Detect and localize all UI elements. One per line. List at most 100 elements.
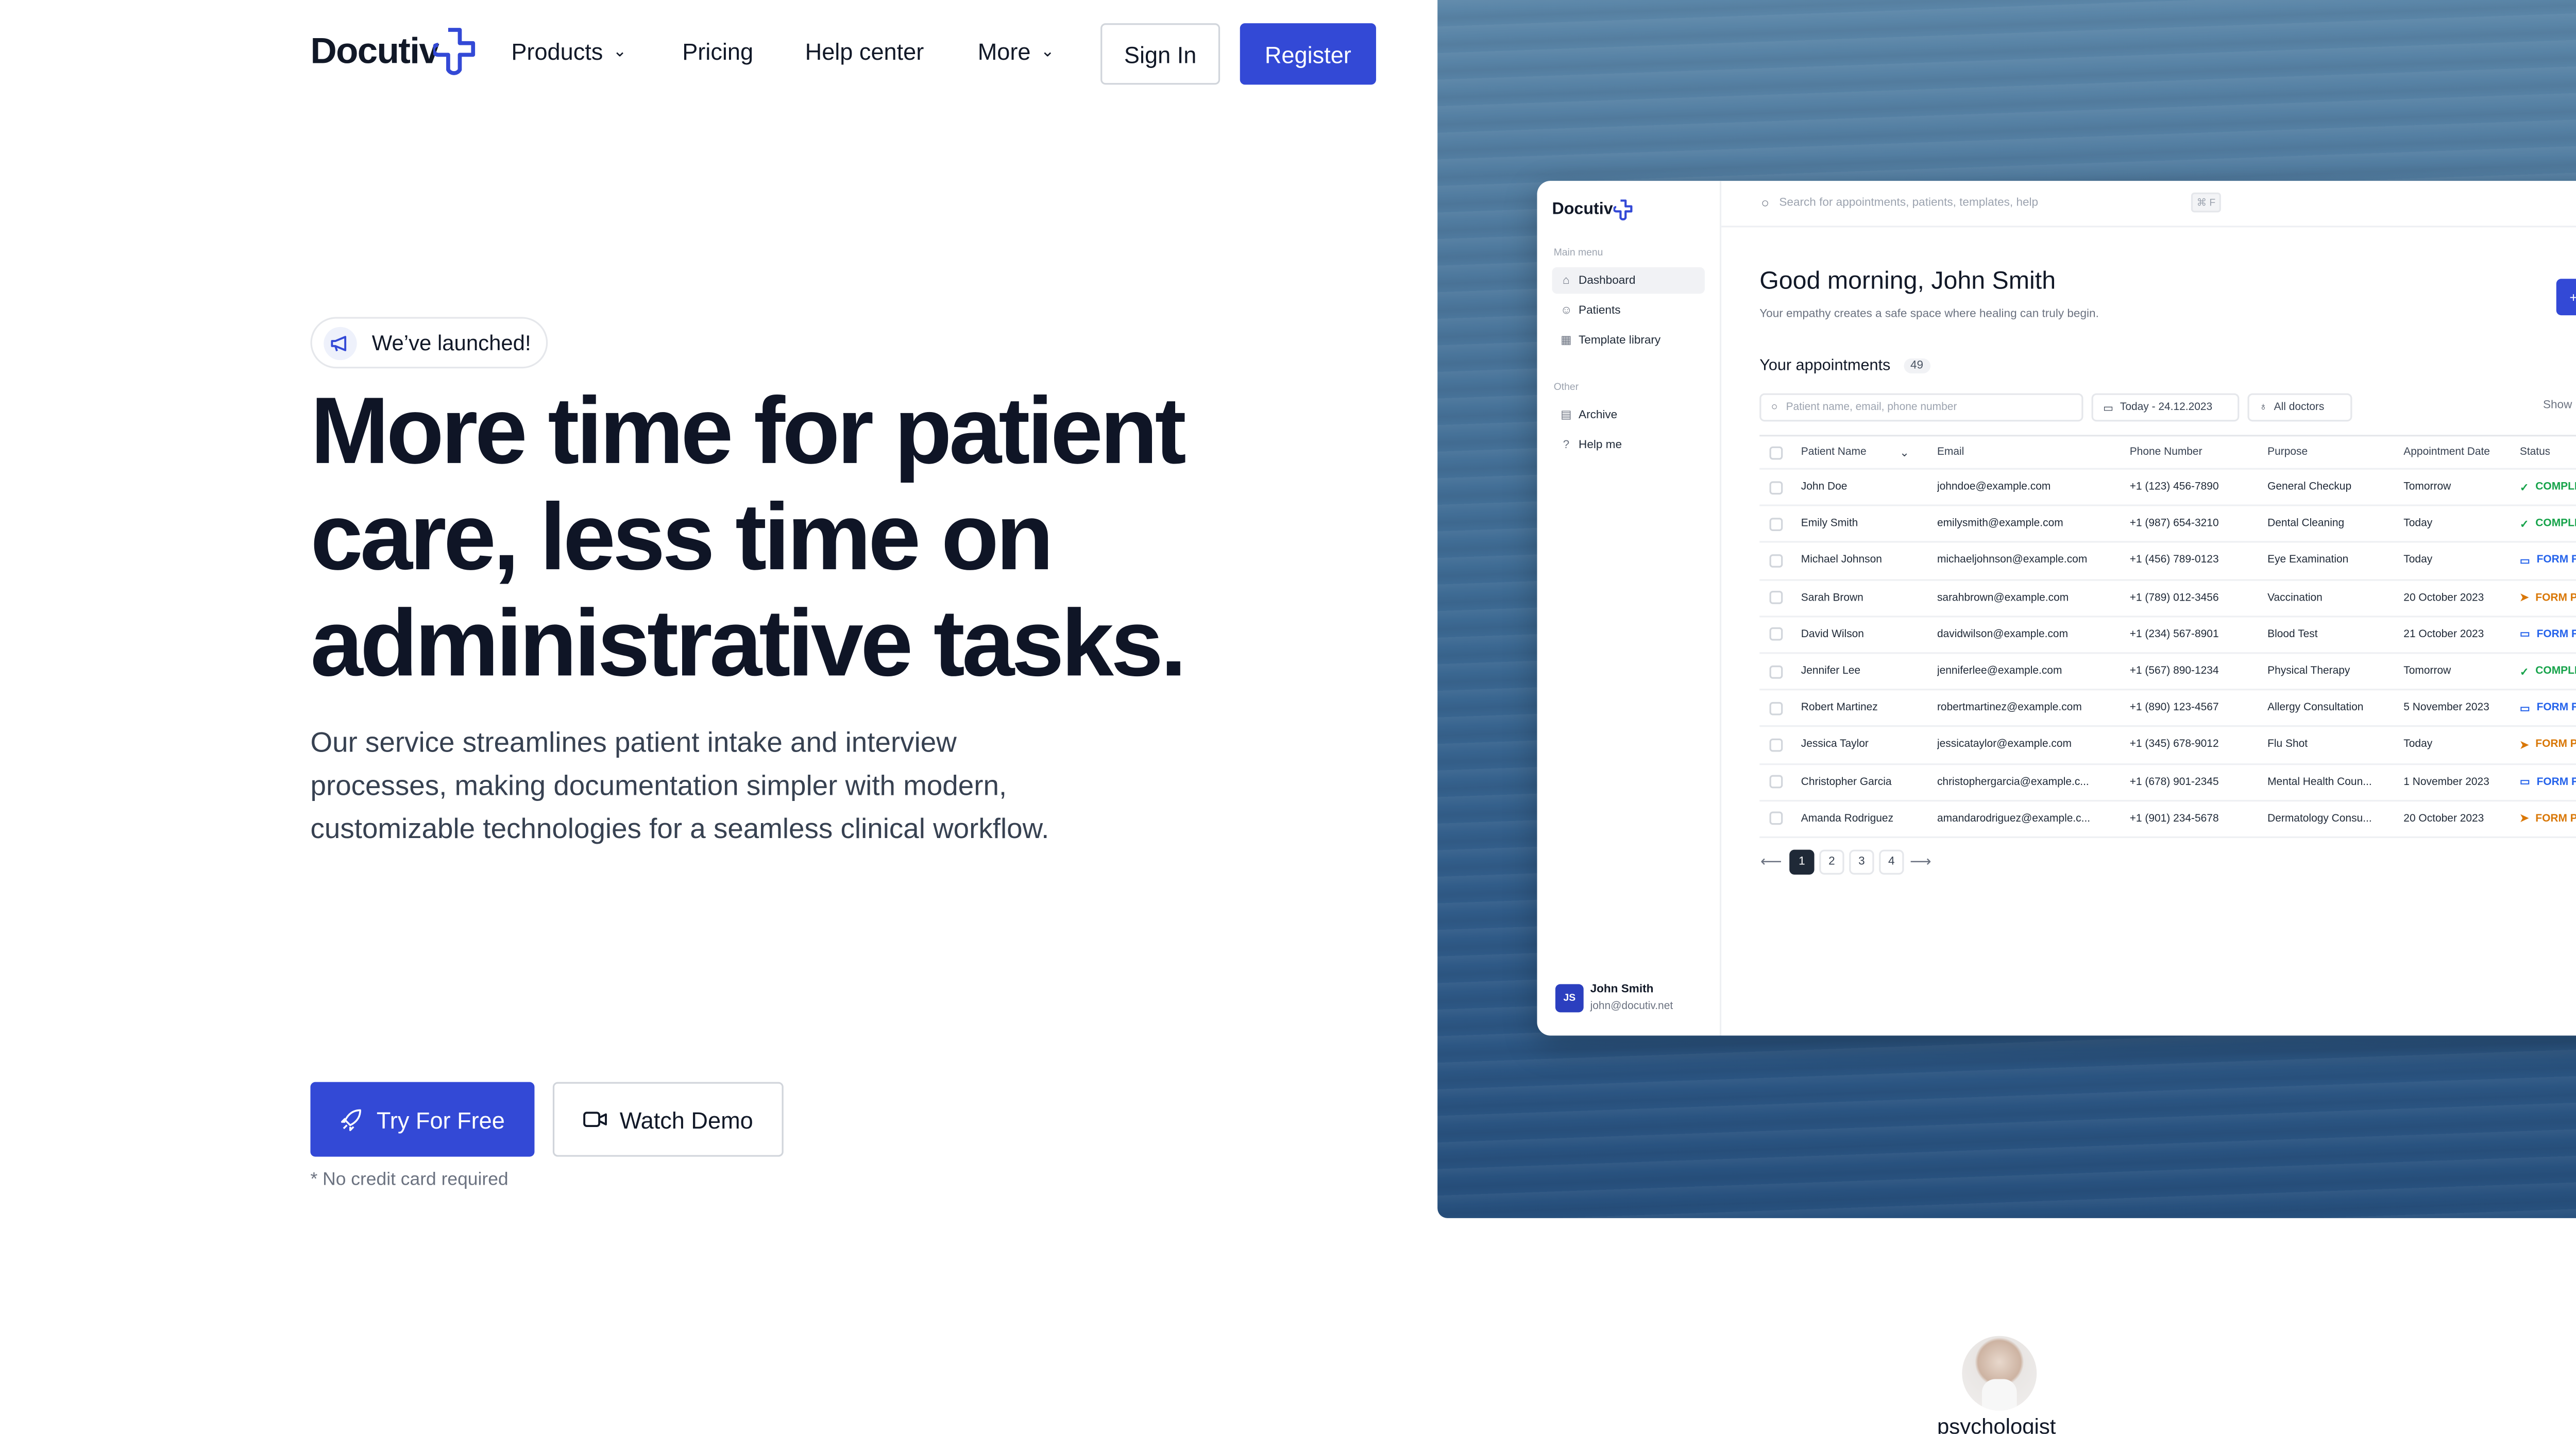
check-icon: ✓ [2519, 519, 2529, 531]
page-2-button[interactable]: 2 [1819, 849, 1844, 875]
column-header-status[interactable]: Status [2520, 436, 2550, 468]
new-appointment-button[interactable]: + Ne [2556, 279, 2576, 316]
main-menu-heading: Main menu [1553, 249, 1603, 259]
sign-in-button[interactable]: Sign In [1100, 23, 1221, 85]
sidebar-item-archive[interactable]: ▤ Archive [1552, 402, 1704, 429]
cell-purpose: General Checkup [2267, 481, 2352, 493]
cell-email: jenniferlee@example.com [1937, 665, 2062, 677]
app-topbar: ○ Search for appointments, patients, tem… [1721, 181, 2576, 228]
sidebar-item-dashboard[interactable]: ⌂ Dashboard [1552, 267, 1705, 294]
docutiv-logo[interactable]: Docutiv [310, 27, 477, 77]
sidebar-item-template-library[interactable]: ▦ Template library [1552, 327, 1704, 354]
table-row[interactable]: John Doe johndoe@example.com +1 (123) 456-… [1759, 470, 2576, 507]
status-text: FORM PE [2535, 739, 2576, 751]
hero-subtitle: Our service streamlines patient intake a… [310, 727, 1049, 845]
cell-email: amandarodriguez@example.c... [1937, 813, 2091, 825]
nav-more[interactable]: More ⌄ [978, 38, 1055, 65]
cell-email: emilysmith@example.com [1937, 518, 2063, 530]
cell-purpose: Allergy Consultation [2267, 702, 2364, 714]
row-checkbox[interactable] [1769, 554, 1783, 568]
form-icon: ▭ [2519, 777, 2530, 789]
cell-date: Today [2403, 555, 2433, 567]
status-text: COMPLETE [2535, 665, 2576, 677]
nav-pricing[interactable]: Pricing [682, 38, 753, 65]
row-checkbox[interactable] [1769, 701, 1783, 715]
send-icon: ➤ [2519, 740, 2529, 752]
nav-products[interactable]: Products ⌄ [511, 38, 626, 65]
status-text: FORM FIL [2536, 555, 2576, 567]
avatar: JS [1555, 984, 1584, 1013]
app-preview: Docutiv Main menu ⌂ Dashboard ☺ Patients ▦… [1537, 181, 2576, 1036]
row-checkbox[interactable] [1769, 775, 1783, 789]
cell-purpose: Vaccination [2267, 592, 2323, 604]
user-email: john@docutiv.net [1590, 1000, 1673, 1013]
sidebar-item-help[interactable]: ? Help me [1552, 432, 1704, 458]
status-text: FORM PE [2535, 592, 2576, 604]
cell-phone: +1 (789) 012-3456 [2129, 592, 2219, 604]
column-header-patient-name[interactable]: Patient Name ⌄ [1801, 436, 1909, 468]
column-header-date[interactable]: Appointment Date [2403, 436, 2490, 468]
status-text: COMPLETE [2535, 518, 2576, 530]
row-checkbox[interactable] [1769, 627, 1783, 641]
row-checkbox[interactable] [1769, 517, 1783, 531]
register-button[interactable]: Register [1240, 23, 1376, 85]
row-checkbox[interactable] [1769, 481, 1783, 494]
row-checkbox[interactable] [1769, 738, 1783, 752]
patient-filter-input[interactable]: ○ Patient name, email, phone number [1759, 393, 2083, 422]
cell-phone: +1 (345) 678-9012 [2129, 739, 2219, 751]
status-badge: ➤ FORM PE [2520, 801, 2576, 836]
launch-badge: We’ve launched! [310, 317, 548, 369]
appointments-count-badge: 49 [1904, 358, 1930, 373]
form-icon: ▭ [2519, 629, 2530, 641]
rocket-icon [341, 1108, 361, 1131]
form-icon: ▭ [2519, 556, 2530, 568]
column-header-purpose[interactable]: Purpose [2267, 436, 2308, 468]
arrow-left-icon[interactable]: ⟵ [1759, 853, 1783, 871]
cell-phone: +1 (567) 890-1234 [2129, 665, 2219, 677]
user-profile[interactable]: JS John Smith john@docutiv.net [1555, 982, 1673, 1014]
table-row[interactable]: Robert Martinez robertmartinez@example.co… [1759, 691, 2576, 728]
show-label: Show [2543, 400, 2572, 412]
row-checkbox[interactable] [1769, 664, 1783, 678]
grid-icon: ▦ [1561, 335, 1572, 347]
greeting-title: Good morning, John Smith [1759, 267, 2056, 296]
cell-patient-name: Emily Smith [1801, 518, 1858, 530]
row-checkbox[interactable] [1769, 591, 1783, 605]
column-header-phone[interactable]: Phone Number [2130, 436, 2202, 468]
row-checkbox[interactable] [1769, 812, 1783, 826]
arrow-right-icon[interactable]: ⟶ [1909, 853, 1932, 871]
cell-date: 5 November 2023 [2403, 702, 2489, 714]
sidebar-item-patients[interactable]: ☺ Patients [1552, 297, 1704, 324]
table-row[interactable]: Jessica Taylor jessicataylor@example.com +… [1759, 727, 2576, 764]
page-1-button[interactable]: 1 [1789, 849, 1815, 875]
page-3-button[interactable]: 3 [1849, 849, 1874, 875]
table-row[interactable]: Michael Johnson michaeljohnson@example.co… [1759, 543, 2576, 581]
date-filter-button[interactable]: ▭ Today - 24.12.2023 [2091, 393, 2240, 422]
appointments-table: Patient Name ⌄ Email Phone Number Purpos… [1759, 435, 2576, 838]
archive-icon: ▤ [1561, 409, 1572, 422]
table-row[interactable]: David Wilson davidwilson@example.com +1 (2… [1759, 617, 2576, 654]
status-badge: ✓ COMPLETE [2520, 506, 2576, 541]
table-row[interactable]: Jennifer Lee jenniferlee@example.com +1 (5… [1759, 654, 2576, 691]
home-icon: ⌂ [1563, 275, 1570, 286]
table-row[interactable]: Amanda Rodriguez amandarodriguez@example.… [1759, 801, 2576, 838]
status-badge: ▭ FORM FIL [2520, 764, 2576, 799]
try-for-free-button[interactable]: Try For Free [310, 1082, 535, 1157]
page-4-button[interactable]: 4 [1879, 849, 1904, 875]
chevron-down-icon: ⌄ [1040, 43, 1055, 62]
table-row[interactable]: Emily Smith emilysmith@example.com +1 (987… [1759, 506, 2576, 543]
app-search-input[interactable]: ○ Search for appointments, patients, tem… [1761, 196, 2038, 211]
cell-patient-name: Robert Martinez [1801, 702, 1878, 714]
nav-help-center[interactable]: Help center [805, 38, 924, 65]
table-header: Patient Name ⌄ Email Phone Number Purpos… [1759, 436, 2576, 470]
video-camera-icon [584, 1112, 607, 1127]
watch-demo-button[interactable]: Watch Demo [552, 1082, 784, 1157]
column-header-email[interactable]: Email [1937, 436, 1964, 468]
send-icon: ➤ [2519, 592, 2529, 605]
cell-phone: +1 (123) 456-7890 [2129, 481, 2219, 493]
table-row[interactable]: Sarah Brown sarahbrown@example.com +1 (789… [1759, 580, 2576, 617]
table-row[interactable]: Christopher Garcia christophergarcia@exam… [1759, 764, 2576, 801]
select-all-checkbox[interactable] [1769, 446, 1783, 459]
hero-headline: More time for patient care, less time on… [310, 378, 1187, 697]
doctor-filter-button[interactable]: ♁ All doctors [2247, 393, 2352, 422]
